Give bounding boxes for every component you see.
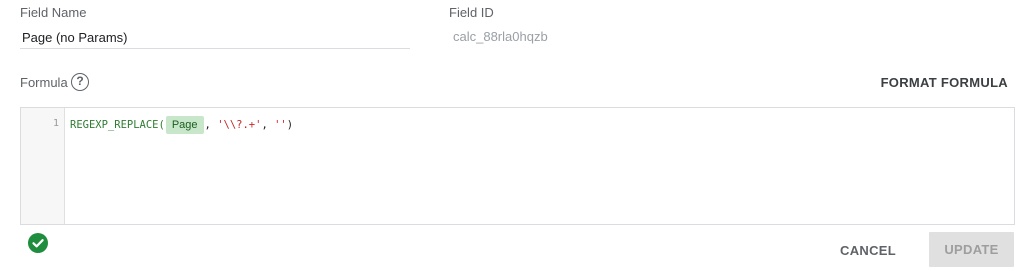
separator-token: , <box>261 119 275 131</box>
function-token: REGEXP_REPLACE( <box>70 119 165 131</box>
cancel-button[interactable]: CANCEL <box>828 233 908 267</box>
line-number: 1 <box>52 118 59 129</box>
code-line[interactable]: REGEXP_REPLACE(Page, '\\?.+', '') <box>70 116 293 134</box>
field-name-input[interactable] <box>20 26 410 49</box>
editor-gutter: 1 <box>21 108 65 224</box>
check-circle-icon <box>28 233 48 253</box>
separator-token: , <box>204 119 218 131</box>
pattern-string-token: '\\?.+' <box>217 119 262 131</box>
close-paren-token: ) <box>286 119 294 131</box>
field-chip-page[interactable]: Page <box>165 116 204 134</box>
calculated-field-editor: Field Name Field ID calc_88rla0hqzb Form… <box>0 0 1024 271</box>
update-button[interactable]: UPDATE <box>929 232 1014 267</box>
format-formula-button[interactable]: FORMAT FORMULA <box>881 75 1008 90</box>
help-icon[interactable]: ? <box>71 73 89 91</box>
formula-label: Formula <box>20 75 68 90</box>
replacement-string-token: '' <box>274 119 287 131</box>
field-id-value: calc_88rla0hqzb <box>453 29 548 44</box>
field-name-label: Field Name <box>20 5 87 20</box>
field-id-label: Field ID <box>449 5 494 20</box>
formula-editor[interactable]: 1 REGEXP_REPLACE(Page, '\\?.+', '') <box>20 107 1015 225</box>
